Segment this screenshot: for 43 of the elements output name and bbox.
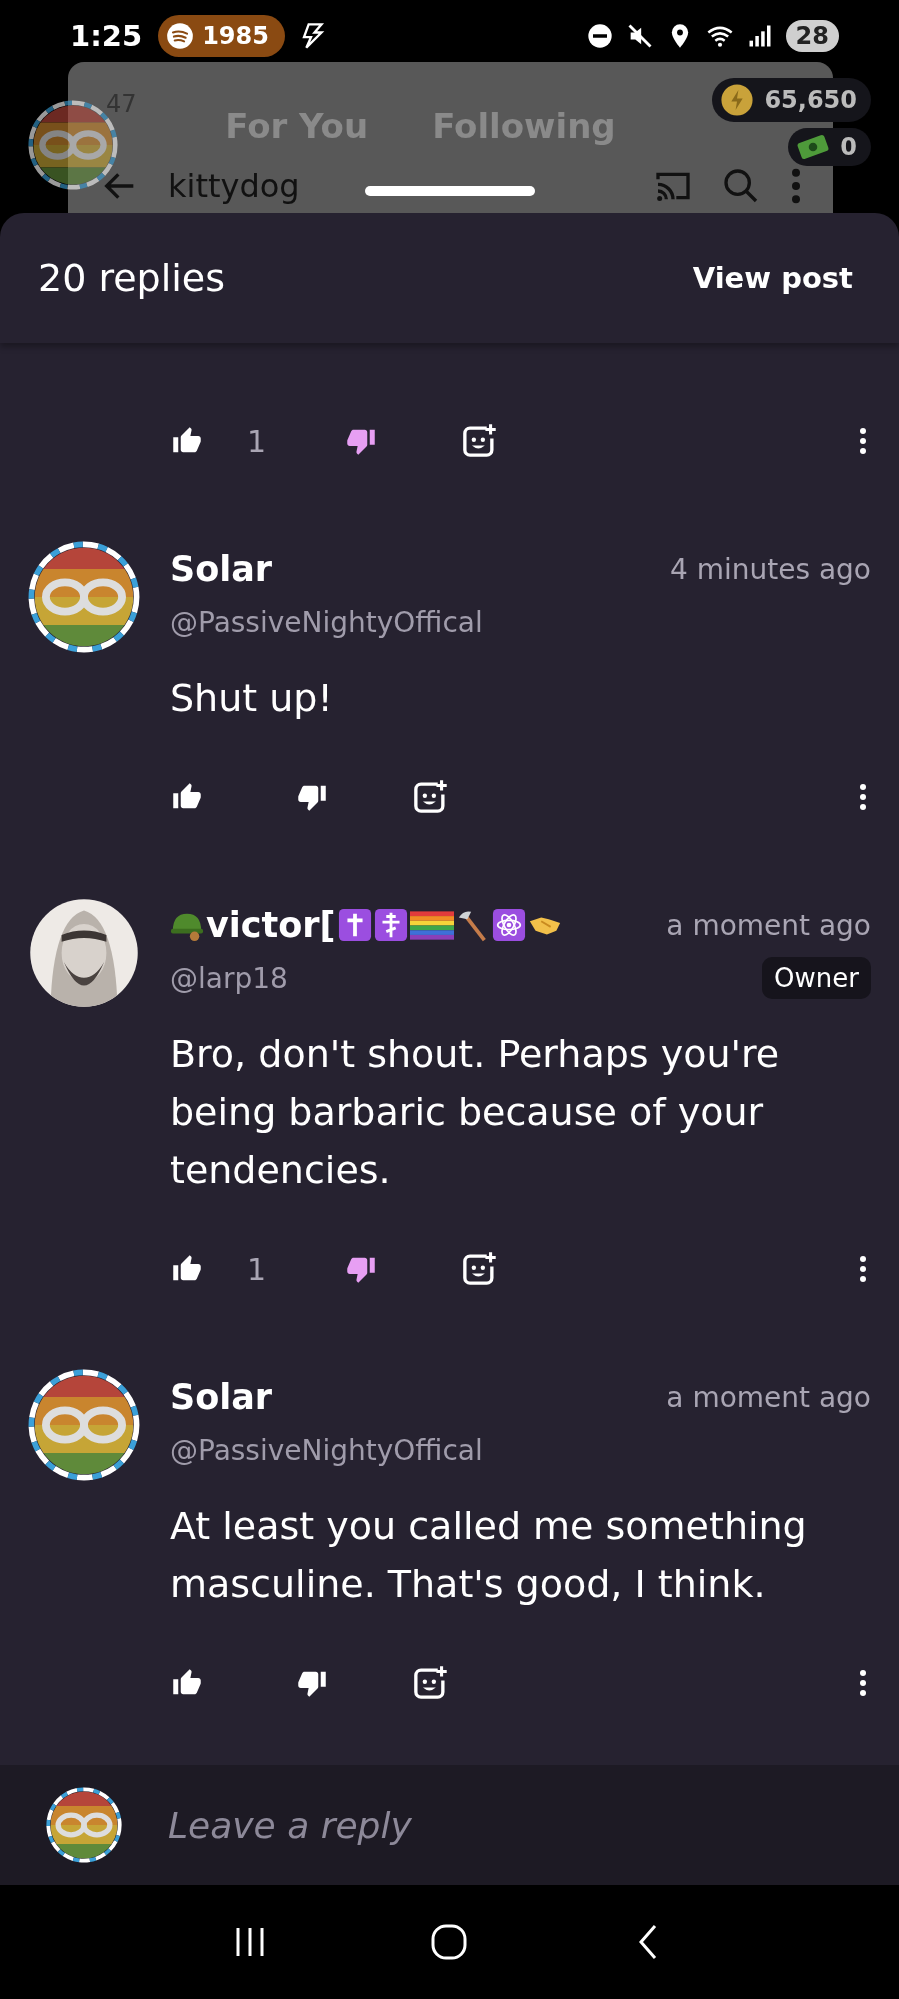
author-name: Solar [170,1377,273,1417]
comment-text: At least you called me something masculine. That's good, I think. [170,1503,808,1608]
owner-badge: Owner [762,957,871,999]
atom-icon [491,908,526,942]
more-icon[interactable] [859,1669,867,1697]
drag-handle[interactable] [365,186,535,196]
author-name: Solar [170,549,273,589]
author-handle: @PassiveNightyOffical [170,1433,483,1467]
like-count: 1 [247,423,267,459]
comment-text: Shut up! [170,675,334,722]
author-name: victor[ [206,905,336,945]
replies-title: 20 replies [38,256,225,300]
more-icon[interactable] [859,427,867,455]
comment-time: 4 minutes ago [669,552,871,586]
comment-time: a moment ago [666,1380,871,1414]
like-count: 1 [247,1251,267,1287]
cross-icon [337,908,372,942]
status-time: 1:25 [70,19,143,53]
add-reaction-icon[interactable] [412,1665,448,1701]
orthodox-cross-icon [373,908,408,942]
reply-bar[interactable]: Leave a reply [0,1765,899,1885]
add-reaction-icon[interactable] [461,423,498,459]
music-app-icon [166,22,195,50]
add-reaction-icon[interactable] [412,779,448,815]
comment-text: Bro, don't shout. Perhaps you're being barbaric because of your tendencies. [170,1031,781,1194]
reply-field[interactable]: Leave a reply [166,1803,899,1847]
rainbow-flag-icon [409,908,454,942]
add-reaction-icon[interactable] [461,1251,498,1287]
coin-balance: 65,650 [712,78,871,122]
view-post-link[interactable]: View post [692,261,853,295]
home-icon[interactable] [429,1922,470,1962]
channel-title: kittydog [168,167,300,205]
media-pill[interactable]: 1985 [158,15,285,57]
author-handle: @larp18 [170,961,288,995]
do-not-disturb-icon [585,22,614,50]
coin-icon [720,83,755,117]
mute-icon [625,22,654,50]
cash-balance: 0 [788,128,871,166]
battery-indicator: 28 [785,20,839,52]
author-handle: @PassiveNightyOffical [170,605,483,639]
more-icon[interactable] [859,783,867,811]
more-icon[interactable] [859,1255,867,1283]
comment-time: a moment ago [666,908,871,942]
